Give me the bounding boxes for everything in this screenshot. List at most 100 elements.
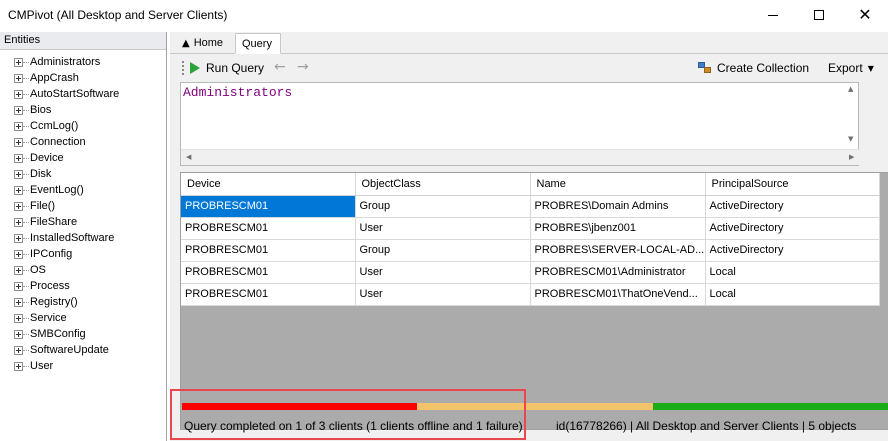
table-cell[interactable]: PROBRES\SERVER-LOCAL-AD... [530, 239, 706, 262]
entity-item[interactable]: AppCrash [0, 70, 166, 86]
results-grid[interactable]: Device ObjectClass Name PrincipalSource PRO… [180, 172, 888, 430]
table-cell[interactable]: PROBRESCM01 [181, 239, 356, 262]
entity-item[interactable]: InstalledSoftware [0, 230, 166, 246]
table-cell[interactable]: User [355, 217, 531, 240]
query-toolbar: Run Query ← → Create Collection Export ▼ [170, 56, 888, 80]
query-text[interactable]: Administrators [183, 85, 292, 100]
forward-arrow-icon[interactable]: → [297, 59, 309, 75]
expand-plus-icon[interactable] [14, 218, 23, 227]
expand-plus-icon[interactable] [14, 74, 23, 83]
run-query-button[interactable]: Run Query [190, 59, 264, 77]
expand-plus-icon[interactable] [14, 346, 23, 355]
entities-header: Entities [0, 32, 166, 50]
entity-item[interactable]: Device [0, 150, 166, 166]
table-row[interactable]: PROBRESCM01 User PROBRES\jbenz001 ActiveDir… [181, 217, 880, 240]
entity-item[interactable]: Service [0, 310, 166, 326]
tree-connector [23, 110, 29, 111]
expand-plus-icon[interactable] [14, 234, 23, 243]
query-editor[interactable]: Administrators ▲ ▼ ◀ ▶ [180, 82, 860, 166]
table-row[interactable]: PROBRESCM01 User PROBRESCM01\ThatOneVend..… [181, 283, 880, 306]
expand-plus-icon[interactable] [14, 362, 23, 371]
table-row[interactable]: PROBRESCM01 User PROBRESCM01\Administrator… [181, 261, 880, 284]
table-cell[interactable]: ActiveDirectory [705, 239, 880, 262]
toolbar-grip-icon[interactable] [182, 61, 184, 75]
column-header[interactable]: Device [181, 173, 356, 196]
table-cell[interactable]: PROBRES\jbenz001 [530, 217, 706, 240]
export-button[interactable]: Export ▼ [828, 59, 874, 77]
scroll-down-icon[interactable]: ▼ [848, 135, 853, 143]
entity-item[interactable]: FileShare [0, 214, 166, 230]
column-header[interactable]: PrincipalSource [705, 173, 880, 196]
entity-item[interactable]: Connection [0, 134, 166, 150]
table-cell[interactable]: PROBRESCM01 [181, 261, 356, 284]
scroll-right-icon[interactable]: ▶ [849, 153, 854, 161]
expand-plus-icon[interactable] [14, 138, 23, 147]
entity-item[interactable]: IPConfig [0, 246, 166, 262]
table-row[interactable]: PROBRESCM01 Group PROBRES\Domain Admins Act… [181, 195, 880, 218]
entity-item[interactable]: Administrators [0, 54, 166, 70]
entity-label: Registry() [30, 296, 78, 308]
create-collection-button[interactable]: Create Collection [698, 59, 809, 77]
scroll-left-icon[interactable]: ◀ [186, 153, 191, 161]
expand-plus-icon[interactable] [14, 202, 23, 211]
entity-item[interactable]: AutoStartSoftware [0, 86, 166, 102]
editor-horizontal-scrollbar[interactable]: ◀ ▶ [181, 149, 860, 165]
table-cell[interactable]: PROBRESCM01 [181, 217, 356, 240]
expand-plus-icon[interactable] [14, 186, 23, 195]
table-cell[interactable]: User [355, 261, 531, 284]
close-icon: ✕ [858, 5, 872, 24]
expand-plus-icon[interactable] [14, 250, 23, 259]
expand-plus-icon[interactable] [14, 314, 23, 323]
expand-plus-icon[interactable] [14, 122, 23, 131]
entity-item[interactable]: Bios [0, 102, 166, 118]
table-cell[interactable]: ActiveDirectory [705, 195, 880, 218]
expand-plus-icon[interactable] [14, 170, 23, 179]
table-cell[interactable]: Local [705, 261, 880, 284]
expand-plus-icon[interactable] [14, 90, 23, 99]
tab-query[interactable]: Query [235, 33, 281, 54]
maximize-icon [814, 10, 824, 20]
entity-item[interactable]: Registry() [0, 294, 166, 310]
table-cell[interactable]: PROBRESCM01 [181, 195, 356, 218]
table-row[interactable]: PROBRESCM01 Group PROBRES\SERVER-LOCAL-AD.… [181, 239, 880, 262]
expand-plus-icon[interactable] [14, 330, 23, 339]
table-cell[interactable]: PROBRESCM01\ThatOneVend... [530, 283, 706, 306]
entity-item[interactable]: File() [0, 198, 166, 214]
entity-label: FileShare [30, 216, 78, 228]
entity-item[interactable]: Process [0, 278, 166, 294]
expand-plus-icon[interactable] [14, 58, 23, 67]
entity-item[interactable]: SMBConfig [0, 326, 166, 342]
tree-connector [23, 158, 29, 159]
entity-label: AutoStartSoftware [30, 88, 120, 100]
maximize-button[interactable] [796, 0, 842, 30]
expand-plus-icon[interactable] [14, 266, 23, 275]
table-cell[interactable]: ActiveDirectory [705, 217, 880, 240]
table-cell[interactable]: Group [355, 239, 531, 262]
entity-item[interactable]: EventLog() [0, 182, 166, 198]
minimize-button[interactable] [750, 0, 796, 30]
scroll-up-icon[interactable]: ▲ [848, 85, 853, 93]
entity-label: CcmLog() [30, 120, 79, 132]
close-button[interactable]: ✕ [842, 0, 888, 30]
column-header[interactable]: Name [530, 173, 706, 196]
back-arrow-icon[interactable]: ← [274, 59, 286, 75]
entity-item[interactable]: SoftwareUpdate [0, 342, 166, 358]
progress-segment-failure [182, 403, 418, 410]
column-header[interactable]: ObjectClass [355, 173, 531, 196]
expand-plus-icon[interactable] [14, 282, 23, 291]
entity-item[interactable]: Disk [0, 166, 166, 182]
expand-plus-icon[interactable] [14, 298, 23, 307]
table-cell[interactable]: User [355, 283, 531, 306]
entity-item[interactable]: OS [0, 262, 166, 278]
table-cell[interactable]: PROBRES\Domain Admins [530, 195, 706, 218]
table-cell[interactable]: PROBRESCM01\Administrator [530, 261, 706, 284]
entity-item[interactable]: User [0, 358, 166, 374]
expand-plus-icon[interactable] [14, 154, 23, 163]
entity-item[interactable]: CcmLog() [0, 118, 166, 134]
expand-plus-icon[interactable] [14, 106, 23, 115]
table-cell[interactable]: Local [705, 283, 880, 306]
table-cell[interactable]: Group [355, 195, 531, 218]
tab-home[interactable]: ▲ Home [176, 33, 236, 54]
editor-vertical-scrollbar[interactable]: ▲ ▼ [846, 83, 858, 149]
table-cell[interactable]: PROBRESCM01 [181, 283, 356, 306]
